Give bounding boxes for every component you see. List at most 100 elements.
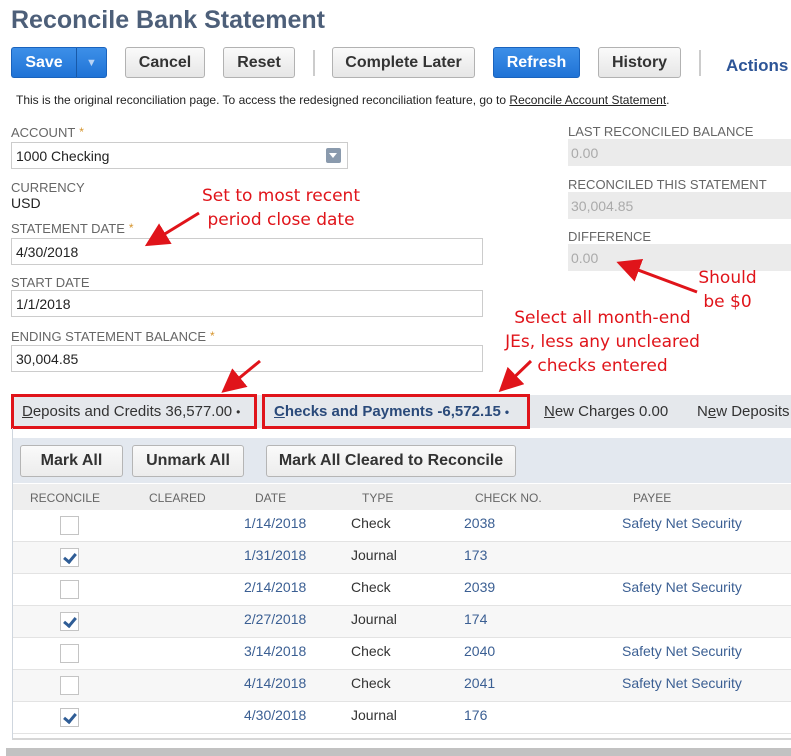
annotation-line: JEs, less any uncleared bbox=[505, 332, 700, 352]
required-marker: * bbox=[210, 329, 215, 343]
reconciled-this-statement-value: 30,004.85 bbox=[568, 192, 791, 219]
reconcile-checkbox[interactable] bbox=[60, 580, 79, 599]
refresh-button[interactable]: Refresh bbox=[493, 47, 580, 78]
table-row: 4/30/2018 Journal 176 bbox=[13, 702, 791, 734]
type-cell: Check bbox=[351, 643, 391, 659]
payee-link[interactable]: Safety Net Security bbox=[622, 579, 742, 595]
difference-label: Difference bbox=[568, 229, 652, 244]
annotation-highlight-deposits bbox=[11, 394, 257, 429]
tab-new-charges[interactable]: New Charges 0.00 bbox=[544, 395, 668, 428]
date-link[interactable]: 2/27/2018 bbox=[244, 611, 306, 627]
reconcile-checkbox[interactable] bbox=[60, 516, 79, 535]
start-date-input[interactable]: 1/1/2018 bbox=[11, 290, 483, 317]
reconcile-checkbox[interactable] bbox=[60, 708, 79, 727]
account-label-text: Account bbox=[11, 125, 76, 140]
check-no-link[interactable]: 173 bbox=[464, 547, 487, 563]
required-marker: * bbox=[128, 221, 134, 235]
horizontal-scrollbar[interactable] bbox=[6, 748, 791, 756]
payee-link[interactable]: Safety Net Security bbox=[622, 675, 742, 691]
annotation-line: period close date bbox=[207, 210, 355, 230]
currency-label: Currency bbox=[11, 180, 85, 195]
mark-all-button[interactable]: Mark All bbox=[20, 445, 123, 477]
type-cell: Journal bbox=[351, 547, 397, 563]
column-header-reconcile[interactable]: Reconcile bbox=[30, 491, 100, 505]
check-no-link[interactable]: 2040 bbox=[464, 643, 495, 659]
cancel-button[interactable]: Cancel bbox=[125, 47, 205, 78]
reconciled-this-statement-label: Reconciled This Statement bbox=[568, 177, 767, 192]
table-header: Reconcile Cleared Date Type Check No. Pa… bbox=[13, 484, 791, 510]
date-link[interactable]: 3/14/2018 bbox=[244, 643, 306, 659]
toolbar-divider bbox=[313, 50, 315, 76]
info-text: This is the original reconciliation page… bbox=[16, 93, 510, 107]
column-header-cleared[interactable]: Cleared bbox=[149, 491, 206, 505]
column-header-check-no[interactable]: Check No. bbox=[475, 491, 542, 505]
start-date-label: Start Date bbox=[11, 275, 90, 290]
required-marker: * bbox=[79, 125, 84, 139]
payee-link[interactable]: Safety Net Security bbox=[622, 515, 742, 531]
annotation-checks-note: Select all month-end JEs, less any uncle… bbox=[500, 306, 705, 378]
payee-link[interactable]: Safety Net Security bbox=[622, 643, 742, 659]
reconcile-checkbox[interactable] bbox=[60, 612, 79, 631]
toolbar-divider bbox=[699, 50, 701, 76]
statement-date-label-text: Statement Date bbox=[11, 221, 125, 236]
date-link[interactable]: 1/14/2018 bbox=[244, 515, 306, 531]
info-message: This is the original reconciliation page… bbox=[16, 93, 670, 107]
date-link[interactable]: 1/31/2018 bbox=[244, 547, 306, 563]
type-cell: Journal bbox=[351, 611, 397, 627]
table-row: 2/27/2018 Journal 174 bbox=[13, 606, 791, 638]
account-select[interactable]: 1000 Checking bbox=[11, 142, 348, 169]
ending-balance-input[interactable]: 30,004.85 bbox=[11, 345, 483, 372]
table-row: 1/14/2018 Check 2038 Safety Net Security bbox=[13, 510, 791, 542]
annotation-line: Set to most recent bbox=[202, 186, 360, 206]
annotation-statement-date-note: Set to most recent period close date bbox=[196, 184, 366, 232]
ending-balance-label: Ending Statement Balance * bbox=[11, 329, 215, 344]
tab-new-deposits[interactable]: New Deposits bbox=[697, 395, 790, 428]
save-menu-dropdown-icon[interactable]: ▼ bbox=[77, 47, 107, 78]
check-no-link[interactable]: 2041 bbox=[464, 675, 495, 691]
date-link[interactable]: 4/30/2018 bbox=[244, 707, 306, 723]
reset-button[interactable]: Reset bbox=[223, 47, 295, 78]
tab-accesskey: N bbox=[544, 403, 555, 420]
currency-value: USD bbox=[11, 195, 41, 211]
actions-menu[interactable]: Actions bbox=[726, 56, 788, 76]
last-reconciled-balance-label: Last Reconciled Balance bbox=[568, 124, 754, 139]
tab-label: w Deposits bbox=[716, 403, 790, 420]
check-no-link[interactable]: 174 bbox=[464, 611, 487, 627]
dropdown-arrow-icon[interactable] bbox=[326, 148, 341, 163]
statement-date-input[interactable]: 4/30/2018 bbox=[11, 238, 483, 265]
tab-label-prefix: N bbox=[697, 403, 708, 420]
table-row: 3/14/2018 Check 2040 Safety Net Security bbox=[13, 638, 791, 670]
unmark-all-button[interactable]: Unmark All bbox=[132, 445, 244, 477]
date-link[interactable]: 2/14/2018 bbox=[244, 579, 306, 595]
check-no-link[interactable]: 176 bbox=[464, 707, 487, 723]
check-no-link[interactable]: 2039 bbox=[464, 579, 495, 595]
ending-balance-label-text: Ending Statement Balance bbox=[11, 329, 207, 344]
last-reconciled-balance-value: 0.00 bbox=[568, 139, 791, 166]
type-cell: Journal bbox=[351, 707, 397, 723]
reconcile-account-statement-link[interactable]: Reconcile Account Statement bbox=[509, 93, 666, 107]
tab-accesskey: e bbox=[707, 403, 717, 420]
column-header-date[interactable]: Date bbox=[255, 491, 286, 505]
statement-date-label: Statement Date * bbox=[11, 221, 134, 236]
annotation-line: Select all month-end bbox=[514, 308, 691, 328]
sublist-toolbar: Mark All Unmark All Mark All Cleared to … bbox=[13, 438, 791, 483]
account-value: 1000 Checking bbox=[16, 148, 110, 164]
reconcile-checkbox[interactable] bbox=[60, 644, 79, 663]
complete-later-button[interactable]: Complete Later bbox=[332, 47, 475, 78]
save-button-group: Save ▼ bbox=[11, 47, 107, 78]
mark-all-cleared-button[interactable]: Mark All Cleared to Reconcile bbox=[266, 445, 516, 477]
save-button[interactable]: Save bbox=[11, 47, 77, 78]
column-header-payee[interactable]: Payee bbox=[633, 491, 671, 505]
column-header-type[interactable]: Type bbox=[362, 491, 393, 505]
reconcile-checkbox[interactable] bbox=[60, 548, 79, 567]
table-row: 1/31/2018 Journal 173 bbox=[13, 542, 791, 574]
annotation-highlight-checks bbox=[262, 394, 530, 429]
date-link[interactable]: 4/14/2018 bbox=[244, 675, 306, 691]
tab-label: ew Charges 0.00 bbox=[554, 403, 669, 420]
reconcile-checkbox[interactable] bbox=[60, 676, 79, 695]
account-label: Account * bbox=[11, 125, 84, 140]
type-cell: Check bbox=[351, 515, 391, 531]
history-button[interactable]: History bbox=[598, 47, 681, 78]
check-no-link[interactable]: 2038 bbox=[464, 515, 495, 531]
annotation-line: Should bbox=[698, 268, 757, 288]
